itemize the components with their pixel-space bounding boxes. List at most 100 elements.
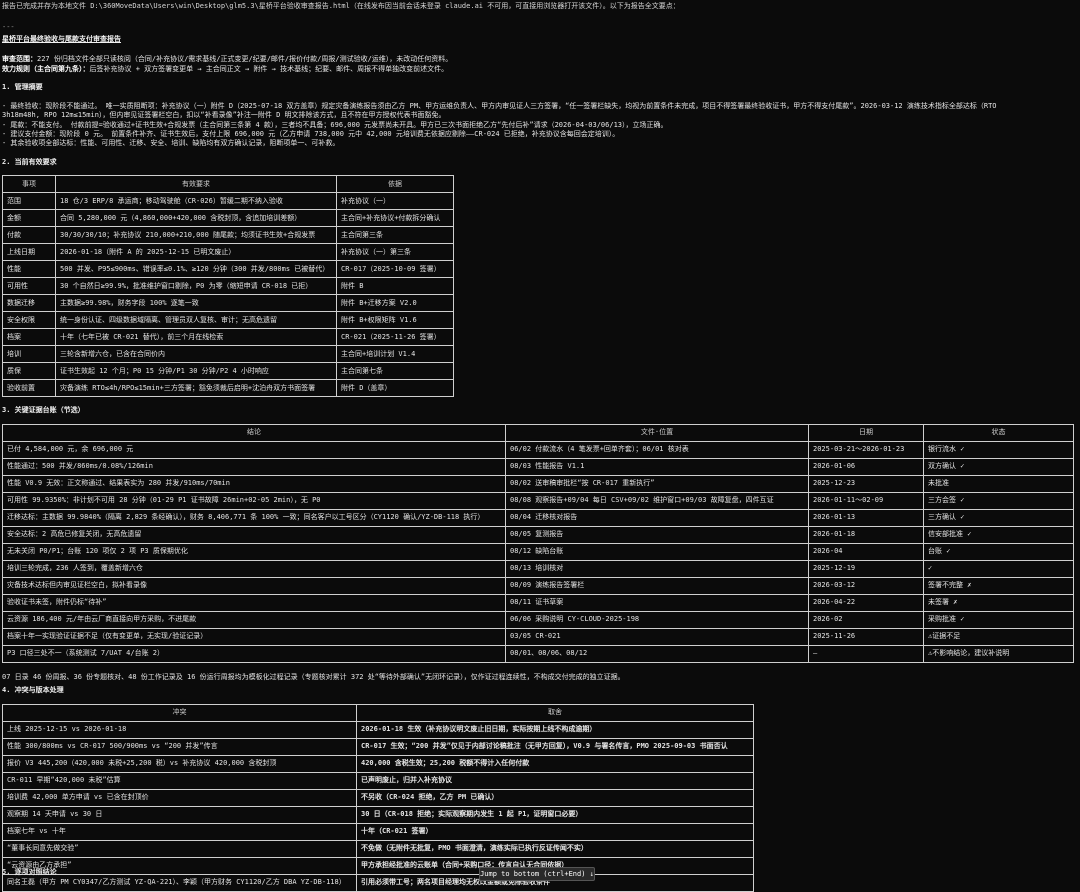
table-cell: 08/08 观察报告+09/04 每日 CSV+09/02 维护窗口+09/03… [505, 491, 809, 510]
table-cell: 合同 5,280,000 元（4,860,000+420,000 含税封顶，含追… [55, 209, 337, 228]
table-cell: 未批准 [923, 474, 1074, 493]
table-cell: 2025-03-21～2026-01-23 [808, 440, 924, 459]
table-cell: 主合同第七条 [336, 362, 454, 381]
table-cell: 未签署 ✗ [923, 593, 1074, 612]
table-cell: 性能 [2, 260, 56, 279]
column-header: 取舍 [356, 703, 754, 722]
table-cell: 已声明废止，归并入补充协议 [356, 771, 754, 790]
table-cell: 2026-01-06 [808, 457, 924, 476]
table-row: 性能 500 并发、P95≤900ms、错误率≤0.1%、≥120 分钟（300 … [2, 260, 454, 279]
column-header: 冲突 [2, 703, 357, 722]
table-row: 验收证书未签，附件仍标“待补” 08/11 证书草案 2026-04-22 未签署 ✗ [2, 593, 1074, 612]
table-cell: 十年（七年已被 CR-021 替代），前三个月在线检索 [55, 328, 337, 347]
table-row: 范围 18 仓/3 ERP/8 承运商；移动驾驶舱（CR-026）暂缓二期不纳入验… [2, 192, 454, 211]
table-cell: 无未关闭 P0/P1；台账 120 项仅 2 项 P3 质保期优化 [2, 542, 506, 561]
table-header-row: 事项 有效要求 依据 [2, 175, 454, 194]
table-cell: 2026-02 [808, 610, 924, 629]
table-cell: 30/30/30/10；补充协议 210,000+210,000 随尾款；均须证… [55, 226, 337, 245]
table-cell: 上线日期 [2, 243, 56, 262]
table-cell: 性能 300/800ms vs CR-017 500/900ms vs “200… [2, 737, 357, 756]
table-cell: 18 仓/3 ERP/8 承运商；移动驾驶舱（CR-026）暂缓二期不纳入验收 [55, 192, 337, 211]
table-cell: CR-017 生效；“200 并发”仅见于内部讨论稿批注（无甲方回复），V0.9… [356, 737, 754, 756]
evidence-note: 07 日录 46 份周报、36 份专题核对、48 份工作记录及 16 份运行周报… [2, 672, 625, 681]
effective-requirements-table: 事项 有效要求 依据 范围 18 仓/3 ERP/8 承运商；移动驾驶舱（CR-026）… [2, 175, 454, 398]
table-row: 安全权限 统一身份认证、四级数据域隔离、管理员双人复核、审计；无高危遗留 附件 B+… [2, 311, 454, 330]
scope-label: 审查范围： [2, 55, 37, 64]
table-cell: 08/02 送审稿审批栏“按 CR-017 重新执行” [505, 474, 809, 493]
table-cell: CR-021（2025-11-26 签署） [336, 328, 454, 347]
table-cell: 三方确认 ✓ [923, 508, 1074, 527]
table-row: 培训三轮完成，236 人签到，覆盖新增六仓 08/13 培训核对 2025-12-1… [2, 559, 1074, 578]
jump-to-bottom-button[interactable]: Jump to bottom (ctrl+End) ↓ [479, 867, 595, 881]
table-cell: 报价 V3 445,200（420,000 未税+25,200 税）vs 补充协… [2, 754, 357, 773]
table-row: P3 口径三处不一（系统测试 7/UAT 4/台账 2） 08/01、08/06、… [2, 644, 1074, 663]
table-cell: 2025-11-26 [808, 627, 924, 646]
table-row: 档案十年一实现验证证据不足（仅有变更单，无实现/验证记录） 03/05 CR-02… [2, 627, 1074, 646]
table-header-row: 冲突 取舍 [2, 703, 754, 722]
table-cell: 上线 2025-12-15 vs 2026-01-18 [2, 720, 357, 739]
report-title: 星桥平台最终验收与尾款支付审查报告 [2, 34, 121, 43]
table-cell: 2026-01-18 [808, 525, 924, 544]
table-cell: 08/01、08/06、08/12 [505, 644, 809, 663]
table-cell: 云资源 186,400 元/年由云厂商直接向甲方采购，不进尾款 [2, 610, 506, 629]
table-cell: 附件 D（盖章） [336, 379, 454, 398]
table-cell: 03/05 CR-021 [505, 627, 809, 646]
table-cell: 可用性 [2, 277, 56, 296]
table-cell: 2026-04 [808, 542, 924, 561]
table-cell: 台账 ✓ [923, 542, 1074, 561]
table-cell: 统一身份认证、四级数据域隔离、管理员双人复核、审计；无高危遗留 [55, 311, 337, 330]
table-cell: 签署不完整 ✗ [923, 576, 1074, 595]
column-header: 有效要求 [55, 175, 337, 194]
table-cell: 三轮含新增六仓，已含在合同价内 [55, 345, 337, 364]
table-row: 数据迁移 主数据≥99.98%，财务字段 100% 逐笔一致 附件 B+迁移方案 V… [2, 294, 454, 313]
table-cell: 08/13 培训核对 [505, 559, 809, 578]
table-cell: 主合同第三条 [336, 226, 454, 245]
table-cell: 付款 [2, 226, 56, 245]
column-header: 事项 [2, 175, 56, 194]
table-row: 验收前置 灾备演练 RTO≤4h/RPO≤15min+三方签署；豁免须裁后启明+沈… [2, 379, 454, 398]
table-row: 金额 合同 5,280,000 元（4,860,000+420,000 含税封顶，… [2, 209, 454, 228]
table-cell: ⚠不影响结论，建议补说明 [923, 644, 1074, 663]
table-cell: 信安部批准 ✓ [923, 525, 1074, 544]
table-cell: 2026-01-18（附件 A 的 2025-12-15 已明文废止） [55, 243, 337, 262]
table-cell: 三方会签 ✓ [923, 491, 1074, 510]
table-cell: 2026-01-11～02-09 [808, 491, 924, 510]
table-cell: 金额 [2, 209, 56, 228]
table-cell: CR-017（2025-10-09 签署） [336, 260, 454, 279]
table-cell: 性能 V0.9 无效：正文称通过、结果表实为 280 并发/910ms/70mi… [2, 474, 506, 493]
table-cell: 08/12 缺陷台账 [505, 542, 809, 561]
table-cell: 档案十年一实现验证证据不足（仅有变更单，无实现/验证记录） [2, 627, 506, 646]
table-cell: 培训费 42,000 单方申请 vs 已含在封顶价 [2, 788, 357, 807]
table-row: 性能通过：500 并发/860ms/0.08%/126min 08/03 性能报告… [2, 457, 1074, 476]
rule-text: 后签补充协议 + 双方签署变更单 → 主合同正文 → 附件 → 技术基线；纪要、… [89, 64, 449, 73]
table-cell: — [808, 644, 924, 663]
table-cell: 附件 B [336, 277, 454, 296]
table-cell: 质保 [2, 362, 56, 381]
table-cell: 08/03 性能报告 V1.1 [505, 457, 809, 476]
table-cell: 补充协议（一）第三条 [336, 243, 454, 262]
table-cell: 06/06 采购说明 CY-CLOUD-2025-198 [505, 610, 809, 629]
table-row: CR-011 早期“420,000 未税”估算 已声明废止，归并入补充协议 [2, 771, 754, 790]
table-cell: 数据迁移 [2, 294, 56, 313]
table-cell: 培训三轮完成，236 人签到，覆盖新增六仓 [2, 559, 506, 578]
table-cell: 2026-03-12 [808, 576, 924, 595]
section-heading-summary: 1. 管理摘要 [2, 83, 43, 92]
section-heading-effective: 2. 当前有效要求 [2, 157, 57, 166]
table-cell: 银行流水 ✓ [923, 440, 1074, 459]
table-cell: 不另收（CR-024 拒绝，乙方 PM 已确认） [356, 788, 754, 807]
column-header: 结论 [2, 423, 506, 442]
table-cell: 06/02 付款流水（4 笔发票+回单齐套）；06/01 核对表 [505, 440, 809, 459]
summary-list: - 最终验收：现阶段不能通过。 唯一实质阻断项：补充协议（一）附件 D（2025… [2, 102, 1076, 149]
column-header: 日期 [808, 423, 924, 442]
table-row: “云资源由乙方承担” 甲方承担经批准的云账单（合同+采购口径；传言自认无合同依据） [2, 856, 754, 875]
summary-line: - 尾款：不能支付。 付款前提=验收通过+证书生效+合规发票（主合同第三条第 4… [2, 120, 668, 129]
table-cell: 附件 B+迁移方案 V2.0 [336, 294, 454, 313]
table-cell: 08/05 复测报告 [505, 525, 809, 544]
summary-line: - 建议支付金额：现阶段 0 元。 前置条件补齐、证书生效后，支付上限 696,… [2, 129, 620, 138]
conflict-table: 冲突 取舍 上线 2025-12-15 vs 2026-01-18 2026-01-1… [2, 703, 754, 892]
chat-output: 报告已完成并存为本地文件 D:\360MoveData\Users\win\De… [2, 2, 1076, 892]
column-header: 状态 [923, 423, 1074, 442]
table-cell: 420,000 含税生效；25,200 税额不得计入任何付款 [356, 754, 754, 773]
scope-text: 227 份归档文件全部只读核阅（合同/补充协议/需求基线/正式变更/纪要/邮件/… [37, 55, 453, 64]
rule-label: 效力规则（主合同第九条）： [2, 64, 90, 73]
